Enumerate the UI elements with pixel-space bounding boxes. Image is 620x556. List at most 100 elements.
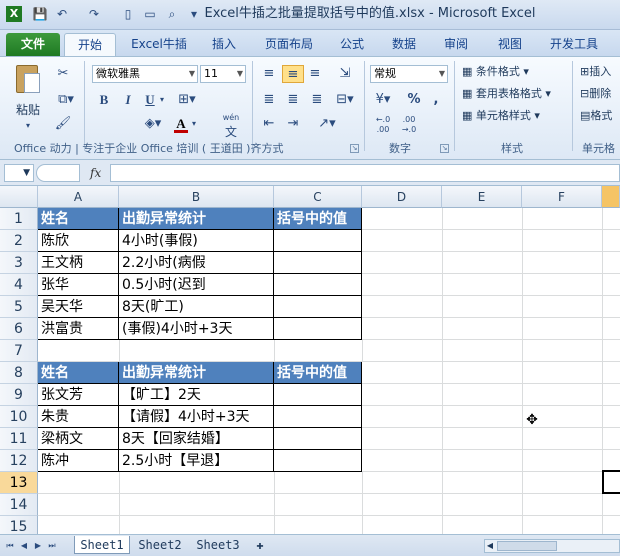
format-as-table-button[interactable]: ▦ 套用表格格式 ▾: [462, 85, 572, 103]
tab-view[interactable]: 视图: [488, 33, 532, 56]
table-cell[interactable]: (事假)4小时+3天: [119, 318, 274, 340]
scroll-left-icon[interactable]: ◀: [485, 540, 495, 552]
align-top-icon[interactable]: ≡: [260, 65, 278, 83]
decrease-decimal-button[interactable]: .00 →.0: [398, 115, 420, 137]
tab-insert[interactable]: 插入: [202, 33, 246, 56]
insert-function-icon[interactable]: fx: [90, 164, 110, 182]
bold-button[interactable]: B: [96, 91, 112, 109]
prev-sheet-icon[interactable]: ◀: [18, 539, 30, 553]
wrap-text-icon[interactable]: ⇲: [336, 65, 354, 83]
table-cell[interactable]: 王文柄: [38, 252, 119, 274]
row-header[interactable]: 14: [0, 494, 38, 516]
tab-formulas[interactable]: 公式: [330, 33, 374, 56]
tab-page-layout[interactable]: 页面布局: [256, 33, 322, 56]
table-header-cell[interactable]: 姓名: [38, 208, 119, 230]
table-header-cell[interactable]: 出勤异常统计: [119, 208, 274, 230]
table-cell[interactable]: 2.2小时(病假: [119, 252, 274, 274]
table-header-cell[interactable]: 括号中的值: [274, 362, 362, 384]
align-left-icon[interactable]: ≣: [260, 91, 278, 109]
table-cell[interactable]: 朱贵: [38, 406, 119, 428]
merge-center-icon[interactable]: ⊟▾: [332, 91, 358, 109]
table-cell[interactable]: 【请假】4小时+3天: [119, 406, 274, 428]
next-sheet-icon[interactable]: ▶: [32, 539, 44, 553]
table-cell[interactable]: 吴天华: [38, 296, 119, 318]
table-cell[interactable]: 8天【回家结婚】: [119, 428, 274, 450]
orientation-icon[interactable]: ↗▾: [314, 115, 340, 133]
insert-sheet-icon[interactable]: ✚: [250, 536, 270, 554]
phonetic-guide-button[interactable]: wén 文: [218, 113, 244, 139]
column-header-d[interactable]: D: [362, 186, 442, 208]
increase-indent-icon[interactable]: ⇥: [284, 115, 302, 133]
column-header-e[interactable]: E: [442, 186, 522, 208]
table-cell[interactable]: 0.5小时(迟到: [119, 274, 274, 296]
row-header[interactable]: 6: [0, 318, 38, 340]
borders-icon[interactable]: ⊞▾: [176, 91, 198, 109]
table-cell[interactable]: 2.5小时【早退】: [119, 450, 274, 472]
table-cell[interactable]: 张华: [38, 274, 119, 296]
name-box[interactable]: ▼: [4, 164, 34, 182]
font-color-icon[interactable]: A: [174, 115, 188, 133]
paste-dropdown-icon[interactable]: ▾: [22, 117, 34, 135]
row-header[interactable]: 1: [0, 208, 38, 230]
underline-button[interactable]: U: [142, 91, 158, 109]
format-cells-button[interactable]: ▤格式: [580, 107, 620, 125]
dialog-launcher-icon[interactable]: ↘: [440, 144, 449, 153]
font-size-select[interactable]: 11 ▼: [200, 65, 246, 83]
dialog-launcher-icon[interactable]: ↘: [350, 144, 359, 153]
decrease-indent-icon[interactable]: ⇤: [260, 115, 278, 133]
table-cell[interactable]: [274, 450, 362, 472]
paste-button[interactable]: [10, 63, 46, 99]
last-sheet-icon[interactable]: ⏭: [46, 539, 58, 553]
row-header[interactable]: 8: [0, 362, 38, 384]
align-right-icon[interactable]: ≣: [308, 91, 326, 109]
font-color-dropdown-icon[interactable]: ▾: [190, 115, 198, 133]
active-cell-selection[interactable]: [602, 470, 620, 494]
tab-file[interactable]: 文件: [6, 33, 60, 56]
copy-icon[interactable]: ⧉▾: [54, 91, 78, 109]
row-header[interactable]: 11: [0, 428, 38, 450]
row-header-active[interactable]: 13: [0, 472, 38, 494]
italic-button[interactable]: I: [120, 91, 136, 109]
row-header[interactable]: 2: [0, 230, 38, 252]
percent-style-button[interactable]: %: [406, 91, 422, 109]
table-cell[interactable]: [274, 318, 362, 340]
tab-home[interactable]: 开始: [64, 33, 116, 56]
scrollbar-thumb[interactable]: [497, 541, 557, 551]
cut-icon[interactable]: ✂: [54, 65, 72, 83]
table-header-cell[interactable]: 括号中的值: [274, 208, 362, 230]
table-cell[interactable]: [274, 406, 362, 428]
align-center-icon[interactable]: ≣: [284, 91, 302, 109]
first-sheet-icon[interactable]: ⏮: [4, 539, 16, 553]
column-header-g[interactable]: [602, 186, 620, 208]
select-all-corner[interactable]: [0, 186, 38, 208]
row-header[interactable]: 9: [0, 384, 38, 406]
horizontal-scrollbar[interactable]: ◀: [484, 539, 620, 553]
column-header-f[interactable]: F: [522, 186, 602, 208]
table-header-cell[interactable]: 姓名: [38, 362, 119, 384]
row-header[interactable]: 5: [0, 296, 38, 318]
row-header[interactable]: 7: [0, 340, 38, 362]
sheet-tab-sheet2[interactable]: Sheet2: [132, 536, 188, 554]
tab-review[interactable]: 审阅: [434, 33, 478, 56]
table-cell[interactable]: [274, 428, 362, 450]
underline-dropdown-icon[interactable]: ▾: [158, 91, 166, 109]
sheet-tab-sheet3[interactable]: Sheet3: [190, 536, 246, 554]
row-header[interactable]: 10: [0, 406, 38, 428]
number-format-select[interactable]: 常规 ▼: [370, 65, 448, 83]
table-cell[interactable]: [274, 230, 362, 252]
table-cell[interactable]: 洪富贵: [38, 318, 119, 340]
worksheet-grid[interactable]: A B C D E F 1 2 3 4 5 6 7 8 9 10 11 12 1…: [0, 186, 620, 538]
delete-cells-button[interactable]: ⊟删除: [580, 85, 620, 103]
row-header[interactable]: 3: [0, 252, 38, 274]
table-cell[interactable]: 8天(旷工): [119, 296, 274, 318]
comma-style-button[interactable]: ,: [428, 91, 444, 109]
table-cell[interactable]: [274, 252, 362, 274]
table-cell[interactable]: 陈冲: [38, 450, 119, 472]
insert-cells-button[interactable]: ⊞插入: [580, 63, 620, 81]
increase-decimal-button[interactable]: ←.0 .00: [372, 115, 394, 137]
table-cell[interactable]: 梁柄文: [38, 428, 119, 450]
table-cell[interactable]: 陈欣: [38, 230, 119, 252]
table-cell[interactable]: 张文芳: [38, 384, 119, 406]
column-header-b[interactable]: B: [119, 186, 274, 208]
cell-styles-button[interactable]: ▦ 单元格样式 ▾: [462, 107, 572, 125]
